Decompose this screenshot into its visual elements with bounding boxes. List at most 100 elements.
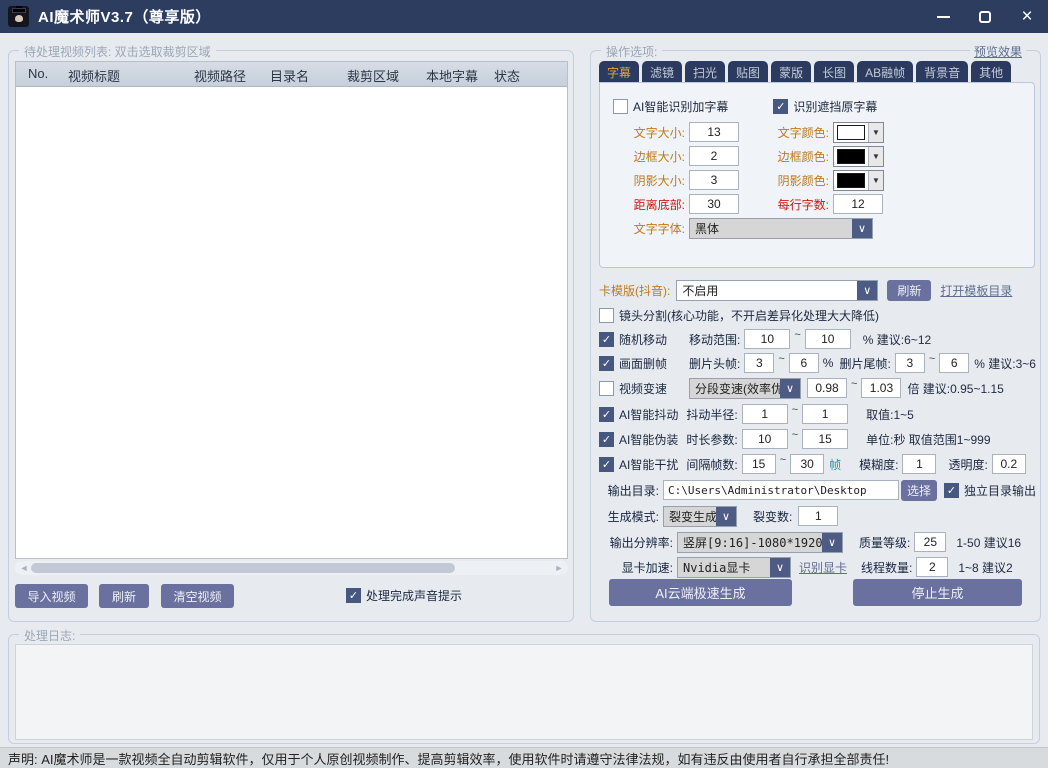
speed-max-input[interactable] <box>861 378 901 398</box>
sound-alert-checkbox[interactable]: 处理完成声音提示 <box>346 587 462 604</box>
checkbox-icon[interactable] <box>599 308 614 323</box>
maximize-button[interactable] <box>974 6 996 28</box>
card-template-value: 不启用 <box>677 281 857 300</box>
clear-video-button[interactable]: 清空视频 <box>161 584 234 608</box>
scrollbar-thumb[interactable] <box>31 563 455 573</box>
gpu-dropdown[interactable]: Nvidia显卡 ∨ <box>677 557 791 578</box>
chevron-down-icon[interactable]: ∨ <box>857 281 877 300</box>
font-dropdown[interactable]: 黑体 ∨ <box>689 218 873 239</box>
blur-input[interactable] <box>902 454 936 474</box>
speed-mode-dropdown[interactable]: 分段变速(效率优先) ∨ <box>689 378 801 399</box>
text-size-input[interactable] <box>689 122 739 142</box>
preview-effect-link[interactable]: 预览效果 <box>970 43 1026 60</box>
tab-other[interactable]: 其他 <box>971 61 1011 83</box>
ai-interfere-label: AI智能干扰 <box>619 456 678 473</box>
threads-input[interactable] <box>916 557 948 577</box>
tab-ab-blend[interactable]: AB融帧 <box>857 61 913 83</box>
gen-mode-dropdown[interactable]: 裂变生成 ∨ <box>663 506 737 527</box>
chevron-down-icon[interactable]: ∨ <box>770 558 790 577</box>
stop-generate-button[interactable]: 停止生成 <box>853 579 1022 606</box>
ai-add-subtitle-checkbox[interactable]: AI智能识别加字幕 <box>613 98 728 115</box>
chevron-down-icon[interactable]: ∨ <box>716 507 736 526</box>
chevron-down-icon[interactable]: ▼ <box>868 123 883 142</box>
speed-change-checkbox[interactable]: 视频变速 <box>599 380 667 397</box>
import-video-button[interactable]: 导入视频 <box>15 584 88 608</box>
tab-background-audio[interactable]: 背景音 <box>916 61 968 83</box>
speed-min-input[interactable] <box>807 378 847 398</box>
open-template-dir-link[interactable]: 打开模板目录 <box>940 282 1012 299</box>
shake-radius-max-input[interactable] <box>802 404 848 424</box>
independent-dir-checkbox[interactable]: 独立目录输出 <box>944 482 1036 499</box>
chevron-down-icon[interactable]: ∨ <box>780 379 800 398</box>
checkbox-icon[interactable] <box>599 332 614 347</box>
ai-disguise-checkbox[interactable]: AI智能伪装 <box>599 431 678 448</box>
resolution-dropdown[interactable]: 竖屏[9:16]-1080*1920 ∨ <box>677 532 843 553</box>
template-refresh-button[interactable]: 刷新 <box>887 280 931 301</box>
output-dir-input[interactable] <box>663 480 899 500</box>
move-range-min-input[interactable] <box>744 329 790 349</box>
tab-filter[interactable]: 滤镜 <box>642 61 682 83</box>
checkbox-icon[interactable] <box>944 483 959 498</box>
column-subtitle: 本地字幕 <box>426 66 478 85</box>
duration-min-input[interactable] <box>742 429 788 449</box>
shot-split-checkbox[interactable]: 镜头分割(核心功能，不开启差异化处理大大降低) <box>599 307 879 324</box>
detect-gpu-link[interactable]: 识别显卡 <box>799 559 847 576</box>
card-template-dropdown[interactable]: 不启用 ∨ <box>676 280 878 301</box>
checkbox-icon[interactable] <box>599 381 614 396</box>
random-move-checkbox[interactable]: 随机移动 <box>599 331 667 348</box>
checkbox-icon[interactable] <box>613 99 628 114</box>
scroll-left-icon[interactable]: ◄ <box>17 562 31 574</box>
chars-per-line-input[interactable] <box>833 194 883 214</box>
fission-count-input[interactable] <box>798 506 838 526</box>
opacity-input[interactable] <box>992 454 1026 474</box>
tail-frame-max-input[interactable] <box>939 353 969 373</box>
text-color-dropdown[interactable]: ▼ <box>833 122 884 143</box>
chevron-down-icon[interactable]: ▼ <box>868 147 883 166</box>
choose-dir-button[interactable]: 选择 <box>901 480 937 501</box>
video-table-body[interactable] <box>16 87 567 558</box>
checkbox-icon[interactable] <box>599 457 614 472</box>
shake-radius-min-input[interactable] <box>742 404 788 424</box>
tab-long-image[interactable]: 长图 <box>814 61 854 83</box>
frame-delete-checkbox[interactable]: 画面删帧 <box>599 355 667 372</box>
tab-sticker[interactable]: 贴图 <box>728 61 768 83</box>
tab-sweep-light[interactable]: 扫光 <box>685 61 725 83</box>
duration-max-input[interactable] <box>802 429 848 449</box>
shadow-color-dropdown[interactable]: ▼ <box>833 170 884 191</box>
close-button[interactable]: × <box>1016 6 1038 28</box>
checkbox-icon[interactable] <box>599 356 614 371</box>
chevron-down-icon[interactable]: ▼ <box>868 171 883 190</box>
options-tabs: 字幕 滤镜 扫光 贴图 蒙版 长图 AB融帧 背景音 其他 <box>599 61 1011 83</box>
tab-mask[interactable]: 蒙版 <box>771 61 811 83</box>
checkbox-icon[interactable] <box>599 432 614 447</box>
interval-max-input[interactable] <box>790 454 824 474</box>
refresh-list-button[interactable]: 刷新 <box>99 584 149 608</box>
mask-original-subtitle-checkbox[interactable]: 识别遮挡原字幕 <box>773 98 877 115</box>
horizontal-scrollbar[interactable]: ◄ ► <box>15 561 568 575</box>
video-list-group-label: 待处理视频列表: 双击选取裁剪区域 <box>19 43 216 60</box>
move-range-max-input[interactable] <box>805 329 851 349</box>
chevron-down-icon[interactable]: ∨ <box>852 219 872 238</box>
checkbox-icon[interactable] <box>599 407 614 422</box>
tab-subtitle[interactable]: 字幕 <box>599 61 639 83</box>
ai-shake-checkbox[interactable]: AI智能抖动 <box>599 406 678 423</box>
cloud-generate-button[interactable]: AI云端极速生成 <box>609 579 792 606</box>
border-size-input[interactable] <box>689 146 739 166</box>
quality-input[interactable] <box>914 532 946 552</box>
interval-min-input[interactable] <box>742 454 776 474</box>
scroll-right-icon[interactable]: ► <box>552 562 566 574</box>
chevron-down-icon[interactable]: ∨ <box>822 533 842 552</box>
border-color-dropdown[interactable]: ▼ <box>833 146 884 167</box>
minimize-button[interactable] <box>932 6 954 28</box>
ai-interfere-checkbox[interactable]: AI智能干扰 <box>599 456 678 473</box>
tail-frame-min-input[interactable] <box>895 353 925 373</box>
head-frame-min-input[interactable] <box>744 353 774 373</box>
gen-mode-label: 生成模式: <box>593 508 659 525</box>
app-window: AI魔术师V3.7（尊享版） × 待处理视频列表: 双击选取裁剪区域 No. 视… <box>0 0 1048 768</box>
font-value: 黑体 <box>690 219 852 238</box>
checkbox-icon[interactable] <box>346 588 361 603</box>
shadow-size-input[interactable] <box>689 170 739 190</box>
bottom-margin-input[interactable] <box>689 194 739 214</box>
head-frame-max-input[interactable] <box>789 353 819 373</box>
checkbox-icon[interactable] <box>773 99 788 114</box>
